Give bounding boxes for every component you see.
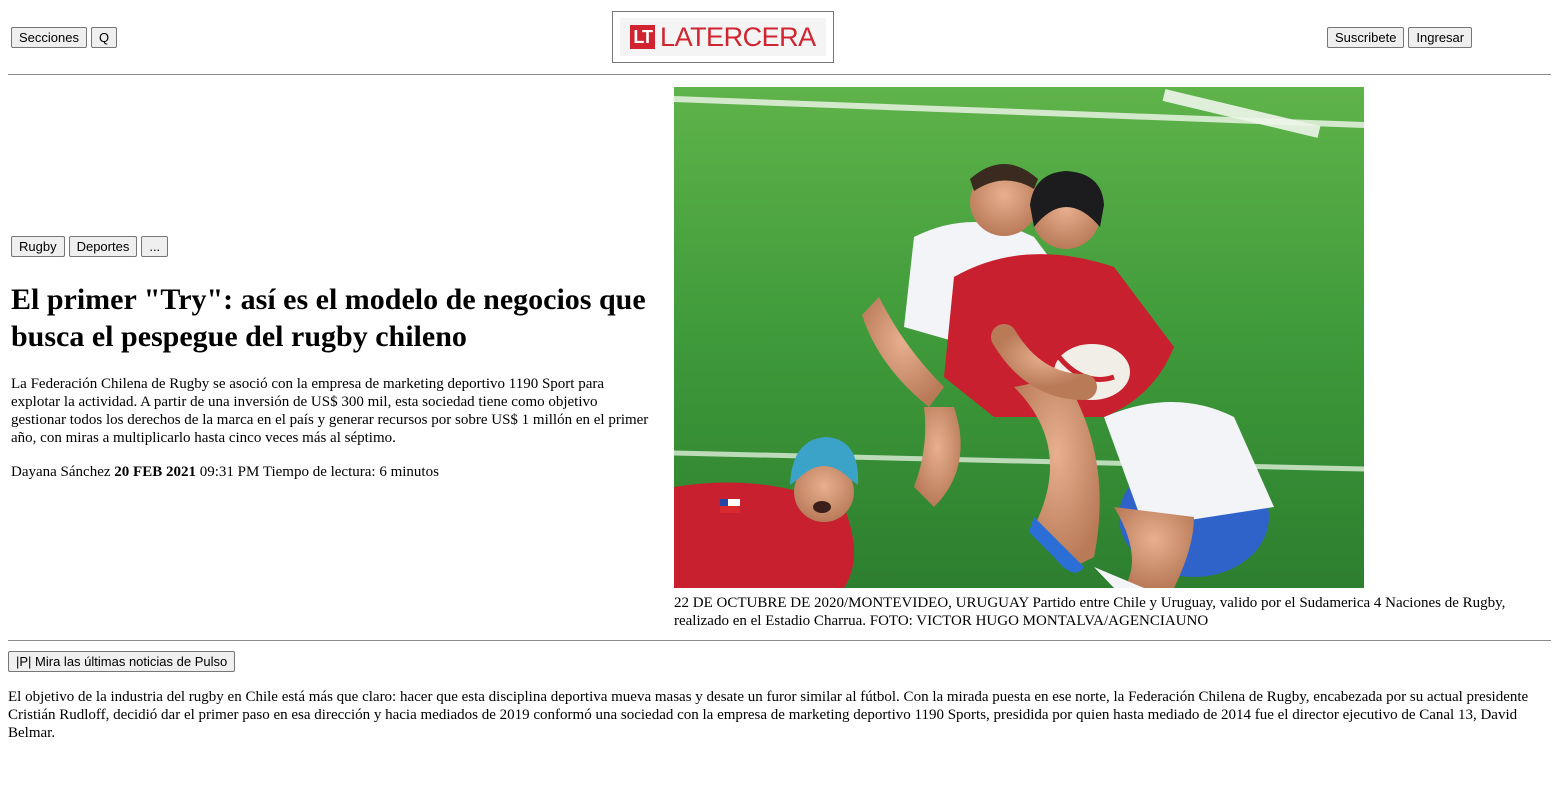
tag-more[interactable]: ... bbox=[141, 236, 169, 257]
site-header: Secciones Q LT LATERCERA Suscribete Ingr… bbox=[0, 0, 1559, 75]
login-button[interactable]: Ingresar bbox=[1408, 27, 1473, 48]
search-button[interactable]: Q bbox=[90, 27, 118, 48]
header-divider bbox=[8, 74, 1551, 75]
article-photo bbox=[674, 87, 1364, 588]
logo-wordmark: LT LATERCERA bbox=[620, 18, 826, 56]
article-headline: El primer "Try": así es el modelo de neg… bbox=[11, 283, 646, 353]
logo-name: LATERCERA bbox=[660, 22, 816, 52]
tag-deportes[interactable]: Deportes bbox=[68, 236, 138, 257]
header-right-nav: Suscribete Ingresar bbox=[1327, 27, 1473, 48]
sections-button[interactable]: Secciones bbox=[11, 27, 87, 48]
pulso-news-button[interactable]: |P| Mira las últimas noticias de Pulso bbox=[8, 651, 236, 672]
header-left-nav: Secciones Q bbox=[11, 27, 118, 48]
author-name[interactable]: Dayana Sánchez bbox=[11, 464, 111, 480]
article-tags: Rugby Deportes ... bbox=[11, 236, 169, 257]
subscribe-button[interactable]: Suscribete bbox=[1327, 27, 1405, 48]
publish-time: 09:31 PM bbox=[199, 464, 260, 480]
article-byline: Dayana Sánchez 20 FEB 2021 09:31 PM Tiem… bbox=[11, 463, 439, 481]
reading-time: Tiempo de lectura: 6 minutos bbox=[262, 464, 439, 480]
logo-badge: LT bbox=[630, 25, 656, 49]
tag-rugby[interactable]: Rugby bbox=[11, 236, 65, 257]
photo-caption: 22 DE OCTUBRE DE 2020/MONTEVIDEO, URUGUA… bbox=[674, 595, 1506, 629]
article-summary: La Federación Chilena de Rugby se asoció… bbox=[11, 376, 649, 446]
la-tercera-logo[interactable]: LT LATERCERA bbox=[612, 11, 834, 63]
article-body-paragraph: El objetivo de la industria del rugby en… bbox=[8, 689, 1529, 741]
content-divider bbox=[8, 640, 1551, 641]
publish-date: 20 FEB 2021 bbox=[114, 464, 196, 480]
